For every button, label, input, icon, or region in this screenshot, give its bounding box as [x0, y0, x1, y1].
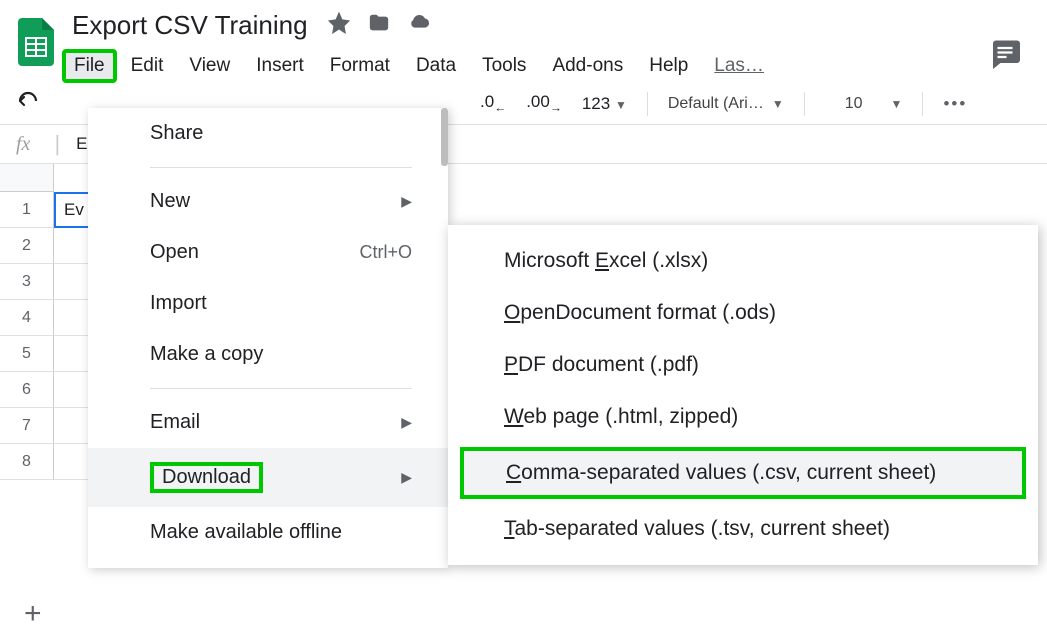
chevron-right-icon: ▶: [401, 414, 412, 431]
increase-decimal[interactable]: .00→: [526, 92, 562, 114]
undo-icon[interactable]: [16, 91, 40, 116]
row-header[interactable]: 7: [0, 408, 54, 444]
move-folder-icon[interactable]: [368, 12, 390, 39]
file-menu-share[interactable]: Share: [88, 108, 448, 159]
download-xlsx[interactable]: Microsoft Excel (.xlsx): [448, 235, 1038, 287]
download-csv[interactable]: Comma-separated values (.csv, current sh…: [460, 447, 1026, 499]
menubar: File Edit View Insert Format Data Tools …: [62, 49, 1031, 83]
toolbar-separator: [922, 92, 923, 116]
row-header[interactable]: 6: [0, 372, 54, 408]
file-menu-make-copy[interactable]: Make a copy: [88, 329, 448, 380]
download-pdf[interactable]: PDF document (.pdf): [448, 339, 1038, 391]
download-submenu: Microsoft Excel (.xlsx) OpenDocument for…: [448, 225, 1038, 565]
number-format[interactable]: 123 ▼: [582, 94, 627, 114]
menu-help[interactable]: Help: [637, 49, 700, 83]
document-title[interactable]: Export CSV Training: [68, 8, 312, 43]
select-all-corner[interactable]: [0, 164, 54, 192]
row-header[interactable]: 4: [0, 300, 54, 336]
fx-value[interactable]: E: [76, 134, 87, 154]
menu-tools[interactable]: Tools: [470, 49, 538, 83]
menu-format[interactable]: Format: [318, 49, 402, 83]
download-tsv[interactable]: Tab-separated values (.tsv, current shee…: [448, 503, 1038, 555]
chevron-down-icon: ▼: [772, 97, 784, 111]
row-header[interactable]: 8: [0, 444, 54, 480]
download-ods[interactable]: OpenDocument format (.ods): [448, 287, 1038, 339]
cloud-status-icon[interactable]: [408, 12, 430, 39]
font-selector[interactable]: Default (Ari… ▼: [668, 95, 784, 113]
file-menu-open[interactable]: OpenCtrl+O: [88, 227, 448, 278]
file-menu-new[interactable]: New▶: [88, 176, 448, 227]
file-menu-offline[interactable]: Make available offline: [88, 507, 448, 558]
more-toolbar-icon[interactable]: •••: [943, 94, 967, 114]
menu-addons[interactable]: Add-ons: [540, 49, 635, 83]
font-size: 10: [825, 95, 883, 113]
row-header[interactable]: 1: [0, 192, 54, 228]
font-size-selector[interactable]: 10 ▼: [825, 95, 903, 113]
file-menu-email[interactable]: Email▶: [88, 397, 448, 448]
row-header[interactable]: 5: [0, 336, 54, 372]
menu-edit[interactable]: Edit: [119, 49, 176, 83]
fx-label: fx: [8, 133, 38, 156]
toolbar-separator: [804, 92, 805, 116]
toolbar-separator: [647, 92, 648, 116]
menu-last-edit[interactable]: Las…: [702, 49, 776, 83]
chevron-right-icon: ▶: [401, 469, 412, 486]
font-name: Default (Ari…: [668, 95, 764, 113]
menu-scrollbar[interactable]: [441, 108, 448, 166]
menu-divider: [150, 167, 412, 168]
menu-view[interactable]: View: [177, 49, 242, 83]
comments-icon[interactable]: [987, 36, 1023, 77]
decrease-decimal[interactable]: .0←: [480, 92, 506, 114]
row-header[interactable]: 2: [0, 228, 54, 264]
menu-file[interactable]: File: [62, 49, 117, 83]
menu-divider: [150, 388, 412, 389]
row-header[interactable]: 3: [0, 264, 54, 300]
file-menu-download[interactable]: Download▶: [88, 448, 448, 507]
chevron-down-icon: ▼: [891, 97, 903, 111]
fx-separator: |: [54, 131, 60, 157]
file-menu-import[interactable]: Import: [88, 278, 448, 329]
star-icon[interactable]: [328, 12, 350, 39]
shortcut-label: Ctrl+O: [359, 242, 412, 263]
chevron-right-icon: ▶: [401, 193, 412, 210]
sheets-logo-icon[interactable]: [16, 16, 56, 68]
add-sheet-button[interactable]: +: [24, 597, 42, 631]
download-html[interactable]: Web page (.html, zipped): [448, 391, 1038, 443]
menu-data[interactable]: Data: [404, 49, 468, 83]
menu-insert[interactable]: Insert: [244, 49, 316, 83]
file-dropdown-menu: Share New▶ OpenCtrl+O Import Make a copy…: [88, 108, 448, 568]
